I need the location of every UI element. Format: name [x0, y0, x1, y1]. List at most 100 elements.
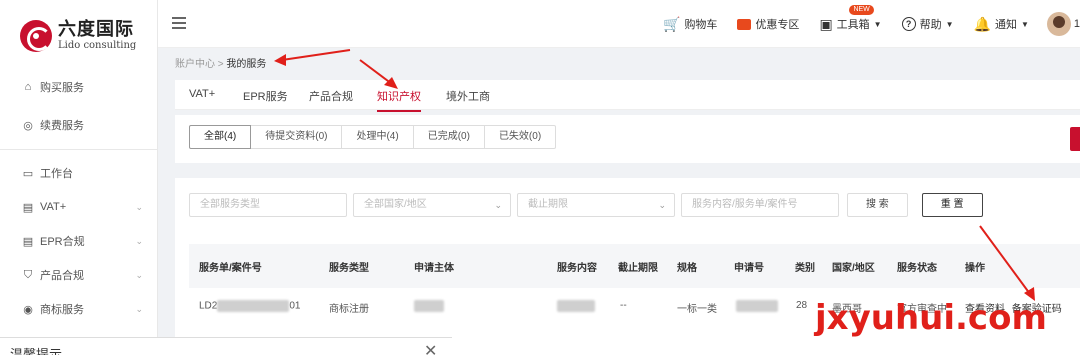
col-spec: 规格 — [677, 263, 697, 274]
chevron-down-icon: ▼ — [1020, 19, 1029, 29]
redacted-mark — [736, 300, 778, 312]
toolbox-label: 工具箱 — [836, 19, 870, 31]
sidebar-item-label: 商标服务 — [40, 304, 84, 316]
col-order-number: 服务单/案件号 — [199, 263, 262, 274]
sidebar-item-buy-service[interactable]: ⌂ 购买服务 — [0, 70, 157, 104]
col-applicant: 申请主体 — [414, 263, 454, 274]
sidebar-item-trademark[interactable]: ◉ 商标服务 ⌄ — [0, 292, 157, 326]
sidebar-item-label: EPR合规 — [40, 236, 85, 248]
service-type-select[interactable]: 全部服务类型 — [189, 193, 347, 217]
filter-all[interactable]: 全部(4) — [189, 125, 252, 149]
chevron-down-icon: ▼ — [873, 19, 882, 29]
close-icon[interactable]: ✕ — [424, 341, 437, 355]
help-label: 帮助 — [919, 19, 942, 31]
chevron-down-icon: ⌄ — [135, 235, 143, 246]
sidebar-divider — [0, 149, 157, 150]
filter-processing[interactable]: 处理中(4) — [342, 125, 414, 149]
arrow-breadcrumb — [281, 49, 351, 61]
redacted-mark — [557, 300, 595, 312]
service-type-cell: 商标注册 — [329, 304, 369, 315]
service-content-cell — [557, 300, 595, 312]
chevron-down-icon: ⌄ — [135, 269, 143, 280]
tab-vat[interactable]: VAT+ — [189, 88, 215, 100]
filter-expired[interactable]: 已失效(0) — [484, 125, 557, 149]
chevron-down-icon: ⌄ — [494, 200, 502, 210]
sidebar-item-renew-service[interactable]: ◎ 续费服务 — [0, 108, 157, 142]
watermark: jxyuhui.com — [815, 298, 1047, 338]
applicant-cell — [414, 300, 444, 312]
cart-icon: 🛒 — [663, 15, 681, 32]
sidebar-item-product-compliance[interactable]: ⛉ 产品合规 ⌄ — [0, 258, 157, 292]
spec-cell: 一标一类 — [677, 304, 717, 315]
col-service-type: 服务类型 — [329, 263, 369, 274]
order-number-suffix: 01 — [289, 300, 301, 312]
coupon-link[interactable]: 优惠专区 — [737, 16, 799, 32]
redacted-mark — [414, 300, 444, 312]
col-status: 服务状态 — [897, 263, 937, 274]
col-deadline: 截止期限 — [618, 263, 658, 274]
breadcrumb-current: 我的服务 — [226, 59, 267, 70]
toolbox-menu[interactable]: ▣ 工具箱 NEW ▼ — [819, 4, 882, 33]
sidebar: 六度国际 Lido consulting ⌂ 购买服务 ◎ 续费服务 ▭ 工作台… — [0, 0, 158, 355]
brand-name-en: Lido consulting — [58, 40, 137, 51]
shopping-bag-icon: ⌂ — [24, 81, 32, 93]
country-select[interactable]: 全部国家/地区 ⌄ — [353, 193, 511, 217]
redacted-mark — [217, 300, 290, 312]
tab-epr[interactable]: EPR服务 — [243, 88, 288, 104]
top-header: 🛒 购物车 优惠专区 ▣ 工具箱 NEW ▼ ? 帮助 ▼ 🔔 通知 ▼ 1 — [158, 0, 1080, 48]
deadline-select[interactable]: 截止期限 ⌄ — [517, 193, 675, 217]
sidebar-item-label: VAT+ — [40, 201, 67, 213]
order-number-cell: LD2 01 — [199, 300, 300, 312]
filter-completed[interactable]: 已完成(0) — [413, 125, 485, 149]
menu-toggle-icon[interactable] — [172, 17, 186, 29]
filter-pending-docs[interactable]: 待提交资料(0) — [251, 125, 343, 149]
sidebar-item-epr[interactable]: ▤ EPR合规 ⌄ — [0, 224, 157, 258]
coupon-icon — [737, 18, 752, 30]
notify-label: 通知 — [994, 19, 1017, 31]
dialog-title: 温馨提示 — [10, 347, 63, 355]
tab-intellectual-property[interactable]: 知识产权 — [377, 88, 421, 112]
chevron-down-icon: ▼ — [945, 19, 954, 29]
help-icon: ? — [901, 17, 916, 31]
reset-button[interactable]: 重 置 — [921, 193, 983, 217]
sidebar-item-vat[interactable]: ▤ VAT+ ⌄ — [0, 190, 157, 224]
keyword-placeholder: 服务内容/服务单/案件号 — [692, 199, 798, 210]
col-class: 类别 — [795, 263, 815, 274]
col-application-number: 申请号 — [734, 263, 764, 274]
chevron-down-icon: ⌄ — [658, 200, 666, 210]
search-row: 全部服务类型 全部国家/地区 ⌄ 截止期限 ⌄ 服务内容/服务单/案件号 搜 索… — [189, 193, 983, 217]
breadcrumb: 账户中心 > 我的服务 — [175, 55, 266, 70]
breadcrumb-separator: > — [217, 59, 224, 70]
sidebar-item-label: 工作台 — [40, 168, 73, 180]
help-menu[interactable]: ? 帮助 ▼ — [901, 16, 954, 32]
user-name: 1 — [1073, 18, 1080, 30]
vat-icon: ▤ — [22, 201, 34, 214]
monitor-icon: ▭ — [22, 167, 34, 180]
search-button[interactable]: 搜 索 — [847, 193, 908, 217]
keyword-input[interactable]: 服务内容/服务单/案件号 — [681, 193, 839, 217]
service-type-placeholder: 全部服务类型 — [200, 199, 260, 210]
new-badge: NEW — [849, 4, 874, 15]
coupon-label: 优惠专区 — [755, 19, 800, 31]
sidebar-item-label: 购买服务 — [40, 82, 84, 94]
breadcrumb-root[interactable]: 账户中心 — [175, 59, 215, 70]
cart-link[interactable]: 🛒 购物车 — [663, 16, 717, 33]
status-filter-card: 全部(4) 待提交资料(0) 处理中(4) 已完成(0) 已失效(0) — [175, 115, 1080, 163]
bell-icon: 🔔 — [973, 15, 991, 32]
shield-icon: ⛉ — [23, 268, 33, 281]
tip-dialog: 温馨提示 ✕ — [0, 337, 452, 355]
primary-action-button[interactable] — [1070, 127, 1080, 151]
status-filter-group: 全部(4) 待提交资料(0) 处理中(4) 已完成(0) 已失效(0) — [189, 125, 557, 149]
sidebar-item-workbench[interactable]: ▭ 工作台 — [0, 156, 157, 190]
renew-icon: ◎ — [23, 119, 33, 132]
tab-overseas-business[interactable]: 境外工商 — [446, 88, 490, 104]
chevron-down-icon: ⌄ — [135, 201, 143, 212]
notify-menu[interactable]: 🔔 通知 ▼ — [974, 16, 1029, 33]
application-number-cell — [736, 300, 778, 312]
cart-label: 购物车 — [684, 19, 718, 31]
avatar[interactable] — [1046, 12, 1071, 36]
service-tabs: VAT+ EPR服务 产品合规 知识产权 境外工商 — [175, 80, 1080, 112]
sidebar-item-label: 续费服务 — [40, 120, 84, 132]
logo[interactable]: 六度国际 Lido consulting — [0, 0, 157, 72]
tab-product-compliance[interactable]: 产品合规 — [309, 88, 353, 104]
